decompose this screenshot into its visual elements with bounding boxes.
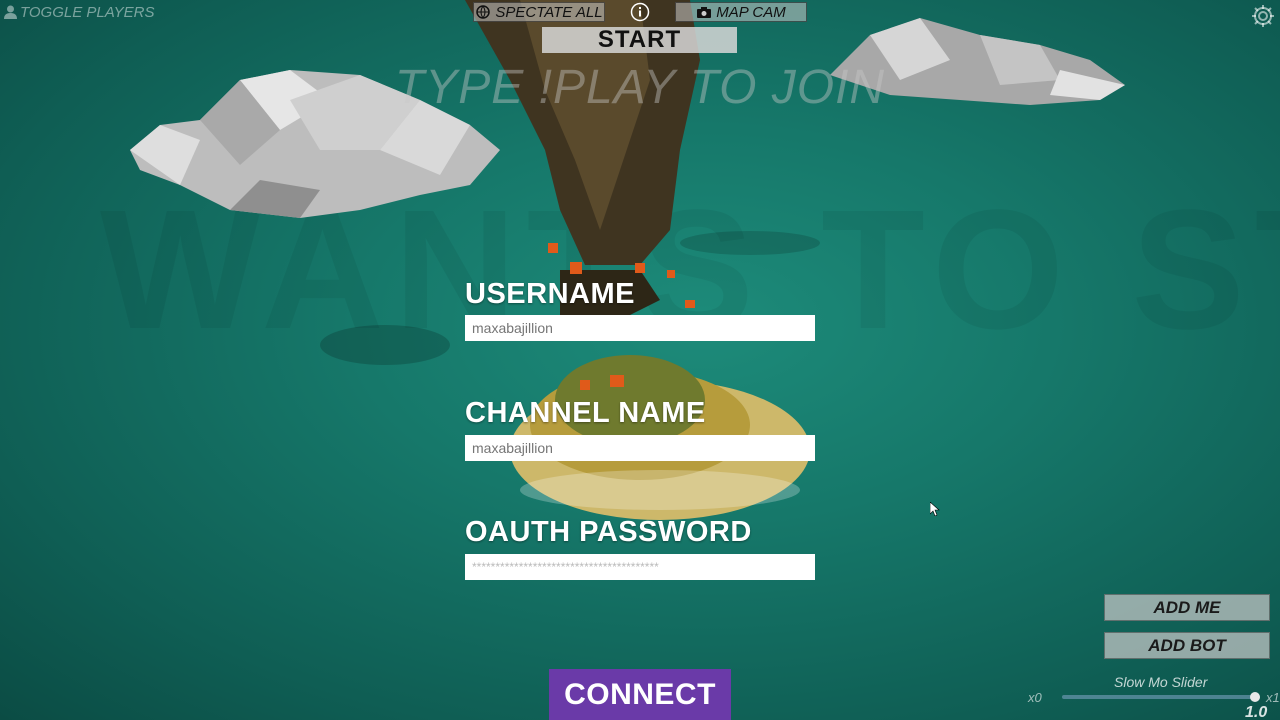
channel-name-input[interactable] bbox=[465, 435, 815, 461]
toggle-players-button[interactable]: TOGGLE PLAYERS bbox=[4, 3, 155, 21]
cloud-shadow-2 bbox=[680, 231, 820, 255]
spectate-all-button[interactable]: SPECTATE ALL bbox=[473, 2, 605, 22]
username-input[interactable] bbox=[465, 315, 815, 341]
globe-icon bbox=[476, 5, 491, 19]
slow-mo-min-label: x0 bbox=[1028, 690, 1042, 705]
map-cam-button[interactable]: MAP CAM bbox=[675, 2, 807, 22]
join-prompt: TYPE !PLAY TO JOIN bbox=[394, 61, 886, 114]
slow-mo-slider-label: Slow Mo Slider bbox=[1114, 674, 1208, 690]
start-button[interactable]: START bbox=[542, 26, 737, 53]
info-icon bbox=[630, 2, 650, 22]
channel-name-label: CHANNEL NAME bbox=[465, 397, 706, 429]
info-button[interactable] bbox=[629, 2, 651, 22]
mouse-cursor-icon bbox=[930, 502, 940, 516]
connect-button[interactable]: CONNECT bbox=[549, 669, 731, 720]
add-me-button[interactable]: ADD ME bbox=[1104, 594, 1270, 621]
cloud-shadow bbox=[320, 325, 450, 365]
slow-mo-slider[interactable] bbox=[1062, 692, 1260, 702]
oauth-password-input[interactable]: **************************************** bbox=[465, 554, 815, 580]
person-icon bbox=[4, 5, 17, 19]
spectate-all-label: SPECTATE ALL bbox=[495, 3, 603, 21]
oauth-password-label: OAUTH PASSWORD bbox=[465, 516, 752, 548]
slow-mo-max-label: x1 bbox=[1266, 690, 1280, 705]
map-cam-label: MAP CAM bbox=[716, 3, 786, 21]
username-label: USERNAME bbox=[465, 278, 635, 310]
gear-icon bbox=[1252, 5, 1274, 27]
add-bot-button[interactable]: ADD BOT bbox=[1104, 632, 1270, 659]
slow-mo-slider-thumb[interactable] bbox=[1250, 692, 1260, 702]
settings-button[interactable] bbox=[1250, 3, 1276, 29]
camera-icon bbox=[697, 6, 712, 18]
toggle-players-label: TOGGLE PLAYERS bbox=[20, 3, 155, 21]
slow-mo-value: 1.0 bbox=[1245, 704, 1268, 720]
